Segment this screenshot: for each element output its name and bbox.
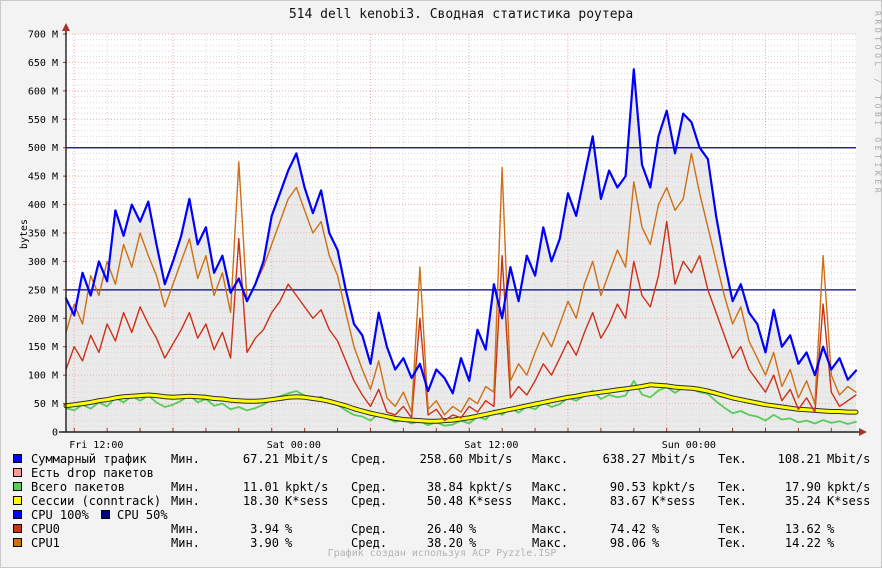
legend-row: Суммарный трафик Мин. 67.21 Mbit/s Сред. 258.… (1, 452, 881, 466)
legend-stat-value: 26.40 (426, 522, 463, 536)
legend-stat-value: 38.84 (426, 480, 463, 494)
y-tick-label: 600 M (28, 86, 58, 97)
legend-stat-unit: % (827, 522, 835, 536)
legend-row: CPU0 Мин. 3.94% Сред. 26.40% Макс. 74.42% Тек. 1… (1, 522, 881, 536)
legend-stat-value: 638.27 (602, 452, 646, 466)
footer-credit: График создан используя ACP Pyzzle.ISP (327, 548, 557, 559)
legend-stat-label: Мин. (171, 452, 200, 466)
legend-stat-value: 11.01 (242, 480, 279, 494)
legend-label: Есть drop пакетов (31, 466, 154, 480)
legend-stat-value: 35.24 (784, 494, 821, 508)
legend-stat-unit: K*sess (285, 494, 329, 508)
legend-stat-value: 83.67 (609, 494, 646, 508)
x-tick-label: Sat 00:00 (267, 440, 321, 451)
legend-label: Всего пакетов (31, 480, 125, 494)
watermark-vertical: RRDTOOL / TOBI OETIKER (873, 11, 882, 196)
legend-stat-label: Мин. (171, 480, 200, 494)
legend-stat-unit: kpkt/s (469, 480, 513, 494)
y-tick-label: 100 M (28, 371, 58, 382)
legend-stat-value: 13.62 (784, 522, 821, 536)
legend-stat-value: 258.60 (419, 452, 463, 466)
legend-row: Всего пакетов Мин. 11.01 kpkt/s Сред. 38.84 kp… (1, 480, 881, 494)
legend-label: Сессии (conntrack) (31, 494, 162, 508)
legend-stat-label: Сред. (351, 480, 388, 494)
legend-stat-label: Сред. (351, 494, 388, 508)
x-tick-label: Sun 00:00 (662, 440, 716, 451)
legend-stat-unit: K*sess (827, 494, 871, 508)
legend-stat-label: Мин. (171, 494, 200, 508)
legend-stat-unit: % (652, 522, 660, 536)
legend-stat-label: Мин. (171, 522, 200, 536)
y-tick-label: 550 M (28, 115, 58, 126)
y-tick-label: 150 M (28, 342, 58, 353)
y-tick-label: 650 M (28, 58, 58, 69)
x-tick-label: Sat 12:00 (464, 440, 518, 451)
legend-stat-unit: Mbit/s (285, 452, 329, 466)
legend-stat-unit: K*sess (652, 494, 696, 508)
legend-stat-label: Сред. (351, 452, 388, 466)
y-tick-label: 450 M (28, 172, 58, 183)
y-tick-label: 400 M (28, 200, 58, 211)
legend-stat-unit: K*sess (469, 494, 513, 508)
legend-swatch (13, 524, 22, 533)
legend-swatch (13, 496, 22, 505)
y-tick-label: 250 M (28, 285, 58, 296)
legend-stat-unit: Mbit/s (469, 452, 513, 466)
legend-stat-unit: kpkt/s (652, 480, 696, 494)
legend-stat-unit: kpkt/s (285, 480, 329, 494)
legend-stat-unit: % (285, 522, 293, 536)
legend-stat-value: 18.30 (242, 494, 279, 508)
legend-swatch (13, 454, 22, 463)
y-tick-label: 50 M (34, 399, 58, 410)
y-tick-label: 700 M (28, 30, 58, 41)
legend-stat-value: 108.21 (777, 452, 821, 466)
legend-label: Суммарный трафик (31, 452, 147, 466)
x-axis-arrow (859, 428, 867, 436)
legend-label: CPU0 (31, 522, 60, 536)
legend-stat-label: Сред. (351, 522, 388, 536)
y-tick-label: 0 (52, 428, 58, 439)
legend-swatch (101, 510, 110, 519)
legend-stat-value: 74.42 (609, 522, 646, 536)
y-tick-label: 350 M (28, 229, 58, 240)
y-tick-label: 500 M (28, 143, 58, 154)
legend-swatch (13, 510, 22, 519)
legend-row: Есть drop пакетов (1, 466, 881, 480)
legend-stat-unit: kpkt/s (827, 480, 871, 494)
legend-stat-value: 90.53 (609, 480, 646, 494)
legend-label: CPU 100% (31, 508, 89, 522)
x-tick-label: Fri 12:00 (69, 440, 123, 451)
rrdtool-graph: 514 dell kenobi3. Сводная статистика роу… (0, 0, 882, 568)
legend-stat-value: 50.48 (426, 494, 463, 508)
legend-row: CPU 100% CPU 50% (1, 508, 881, 522)
y-axis-arrow (62, 23, 70, 31)
y-tick-label: 200 M (28, 314, 58, 325)
legend-swatch (13, 482, 22, 491)
legend-swatch (13, 538, 22, 547)
legend-row: Сессии (conntrack) Мин. 18.30 K*sess Сред. 50… (1, 494, 881, 508)
legend-stat-value: 17.90 (784, 480, 821, 494)
legend-stat-value: 3.94 (250, 522, 279, 536)
legend-stat-value: 67.21 (242, 452, 279, 466)
legend-label: CPU 50% (117, 508, 168, 522)
legend: Суммарный трафик Мин. 67.21 Mbit/s Сред. 258.… (1, 452, 881, 550)
legend-swatch (13, 468, 22, 477)
y-tick-label: 300 M (28, 257, 58, 268)
legend-stat-unit: % (469, 522, 477, 536)
legend-stat-unit: Mbit/s (827, 452, 871, 466)
legend-stat-unit: Mbit/s (652, 452, 696, 466)
